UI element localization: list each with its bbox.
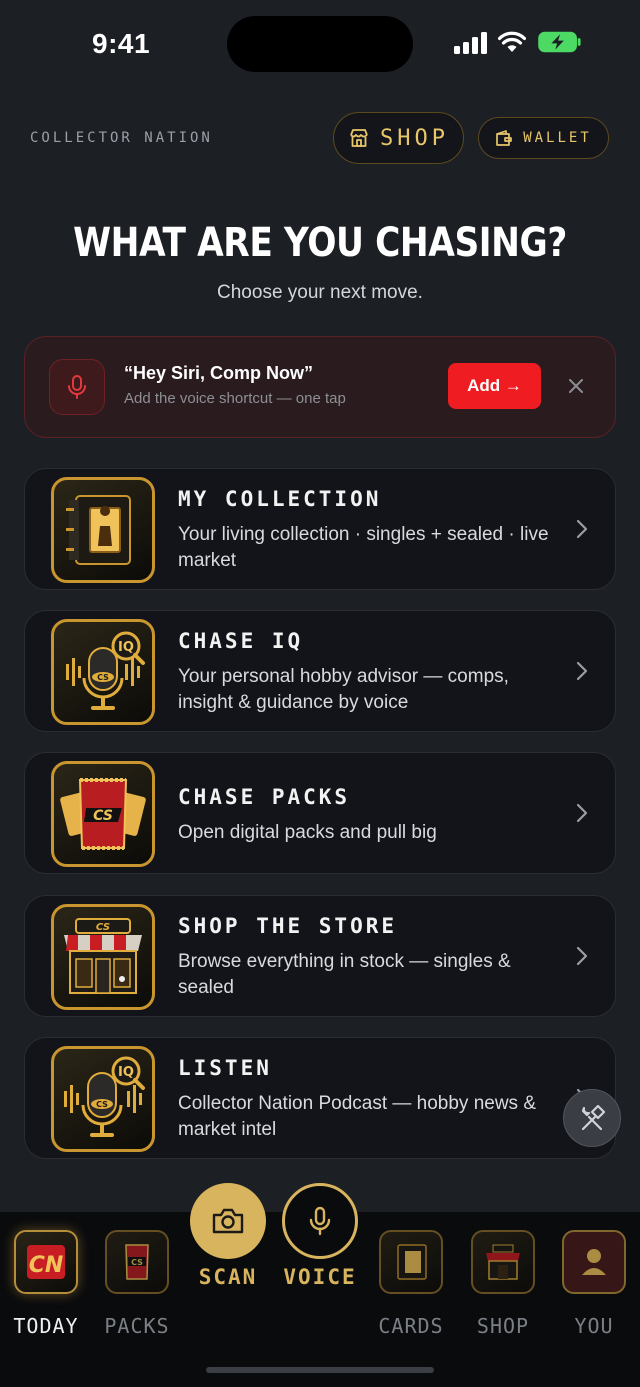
page-title: WHAT ARE YOU CHASING?	[73, 220, 567, 266]
shop-button[interactable]: SHOP	[333, 112, 464, 164]
dynamic-island	[227, 16, 413, 72]
card-title: LISTEN	[178, 1056, 272, 1080]
close-icon[interactable]	[563, 373, 589, 399]
microphone-iq-icon: CS IQ	[51, 619, 155, 725]
hammer-wrench-icon	[581, 1104, 606, 1131]
svg-text:CS: CS	[96, 922, 110, 933]
tab-label: TODAY	[13, 1314, 79, 1338]
menu-card-my-collection[interactable]: MY COLLECTION Your living collection · s…	[24, 468, 616, 590]
svg-text:CS: CS	[96, 1100, 108, 1109]
siri-mic-badge	[49, 359, 105, 415]
card-description: Your personal hobby advisor — comps, ins…	[178, 666, 509, 713]
collector-nation-logo-icon: CN	[14, 1230, 78, 1294]
microphone-icon	[68, 375, 86, 399]
scan-label: SCAN	[198, 1265, 258, 1289]
dev-tools-button[interactable]	[563, 1089, 621, 1147]
tab-packs[interactable]: CS PACKS	[95, 1230, 179, 1338]
brand-title: COLLECTOR NATION	[30, 130, 213, 146]
tab-label: PACKS	[104, 1314, 170, 1338]
storefront-icon	[350, 129, 368, 147]
cellular-signal-icon	[454, 32, 488, 54]
voice-button[interactable]	[282, 1183, 358, 1259]
svg-text:CS: CS	[97, 673, 109, 682]
svg-text:CS: CS	[93, 808, 113, 824]
menu-card-shop-the-store[interactable]: CS SHOP THE STORE Browse everything in s…	[24, 895, 616, 1017]
tab-label: CARDS	[378, 1314, 444, 1338]
wallet-icon	[496, 130, 513, 146]
shop-button-label: SHOP	[380, 125, 449, 151]
card-binder-icon	[51, 477, 155, 583]
voice-label: VOICE	[283, 1265, 357, 1289]
camera-icon	[212, 1208, 244, 1234]
svg-text:CN: CN	[29, 1253, 64, 1278]
chevron-right-icon	[576, 946, 588, 966]
scan-button[interactable]	[190, 1183, 266, 1259]
card-title: CHASE PACKS	[178, 785, 351, 809]
home-indicator	[206, 1367, 434, 1373]
microphone-icon	[309, 1206, 331, 1236]
status-bar: 9:41	[0, 0, 640, 90]
storefront-icon	[471, 1230, 535, 1294]
card-title: CHASE IQ	[178, 629, 304, 653]
chevron-right-icon	[576, 661, 588, 681]
siri-shortcut-banner: “Hey Siri, Comp Now” Add the voice short…	[24, 336, 616, 438]
menu-card-chase-iq[interactable]: CS IQ CHASE IQ Your personal hobby advis…	[24, 610, 616, 732]
tab-you[interactable]: YOU	[552, 1230, 636, 1338]
wallet-button-label: WALLET	[523, 130, 592, 146]
siri-banner-subtitle: Add the voice shortcut — one tap	[124, 390, 346, 407]
status-time: 9:41	[92, 28, 151, 59]
tab-label: YOU	[574, 1314, 614, 1338]
tab-bar: CN TODAY CS PACKS SCAN VOICE CARDS SHOP …	[0, 1183, 640, 1387]
svg-text:CS: CS	[131, 1258, 143, 1267]
wifi-icon	[498, 31, 526, 52]
card-pack-icon: CS	[105, 1230, 169, 1294]
menu-card-chase-packs[interactable]: CS CHASE PACKS Open digital packs and pu…	[24, 752, 616, 874]
card-description: Your living collection · singles + seale…	[178, 524, 549, 571]
tab-cards[interactable]: CARDS	[369, 1230, 453, 1338]
wallet-button[interactable]: WALLET	[478, 117, 609, 159]
storefront-icon: CS	[51, 904, 155, 1010]
card-title: SHOP THE STORE	[178, 914, 398, 938]
card-description: Open digital packs and pull big	[178, 822, 437, 843]
card-binder-icon	[379, 1230, 443, 1294]
avatar-icon	[562, 1230, 626, 1294]
card-description: Collector Nation Podcast — hobby news & …	[178, 1093, 537, 1140]
card-title: MY COLLECTION	[178, 487, 382, 511]
svg-text:IQ: IQ	[118, 640, 134, 655]
siri-banner-title: “Hey Siri, Comp Now”	[124, 363, 314, 383]
page-subtitle: Choose your next move.	[217, 282, 423, 303]
tab-shop[interactable]: SHOP	[461, 1230, 545, 1338]
chevron-right-icon	[576, 803, 588, 823]
card-pack-icon: CS	[51, 761, 155, 867]
battery-charging-icon	[538, 31, 581, 53]
tab-label: SHOP	[476, 1314, 530, 1338]
svg-text:IQ: IQ	[118, 1065, 134, 1080]
menu-card-listen[interactable]: CS IQ LISTEN Collector Nation Podcast — …	[24, 1037, 616, 1159]
tab-today[interactable]: CN TODAY	[4, 1230, 88, 1338]
podcast-mic-icon: CS IQ	[51, 1046, 155, 1152]
card-description: Browse everything in stock — singles & s…	[178, 951, 511, 998]
chevron-right-icon	[576, 519, 588, 539]
add-shortcut-button[interactable]: Add →	[448, 363, 541, 409]
